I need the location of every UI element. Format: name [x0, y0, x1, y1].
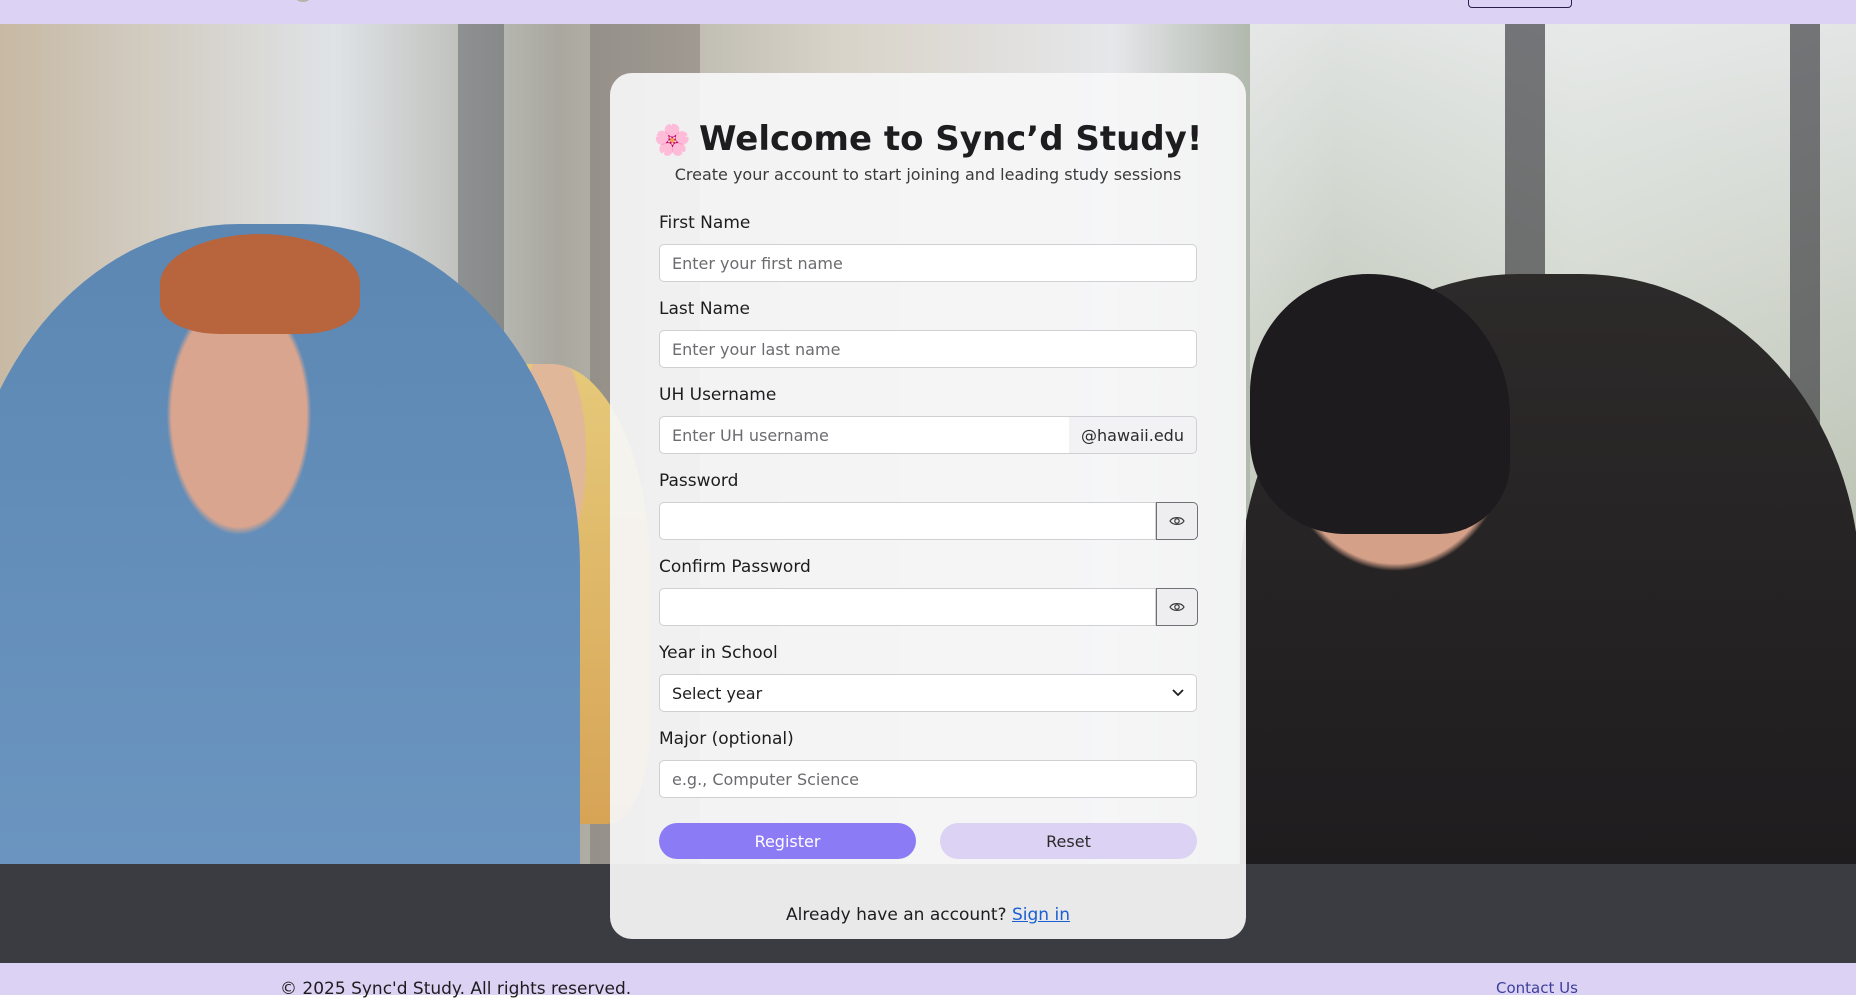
logo-icon[interactable]	[296, 0, 310, 2]
last-name-label: Last Name	[659, 299, 750, 319]
major-label: Major (optional)	[659, 729, 794, 749]
page-subtitle: Create your account to start joining and…	[674, 165, 1182, 184]
first-name-input[interactable]	[659, 244, 1197, 282]
show-password-button[interactable]	[1156, 502, 1198, 540]
year-label: Year in School	[659, 643, 778, 663]
top-navbar	[0, 0, 1856, 24]
confirm-password-input[interactable]	[659, 588, 1156, 626]
signin-prompt: Already have an account? Sign in	[610, 905, 1246, 925]
last-name-input[interactable]	[659, 330, 1197, 368]
copyright-text: © 2025 Sync'd Study. All rights reserved…	[280, 979, 632, 999]
page-title-text: Welcome to Sync’d Study!	[699, 119, 1203, 159]
contact-us-link[interactable]: Contact Us	[1496, 979, 1578, 997]
register-button[interactable]: Register	[659, 823, 916, 859]
year-select-value: Select year	[672, 683, 763, 703]
photo-hair	[160, 234, 360, 334]
signin-prompt-text: Already have an account?	[786, 905, 1007, 925]
nav-button[interactable]	[1468, 0, 1572, 8]
year-select[interactable]: Select year	[659, 674, 1197, 712]
show-confirm-password-button[interactable]	[1156, 588, 1198, 626]
password-input[interactable]	[659, 502, 1156, 540]
photo-person-left	[0, 224, 580, 963]
email-domain-suffix: @hawaii.edu	[1069, 416, 1197, 454]
username-label: UH Username	[659, 385, 777, 405]
flower-icon: 🌸	[653, 123, 691, 158]
eye-icon	[1169, 517, 1185, 525]
password-label: Password	[659, 471, 739, 491]
sign-in-link[interactable]: Sign in	[1012, 905, 1070, 925]
page-title: 🌸 Welcome to Sync’d Study!	[610, 119, 1246, 159]
footer: © 2025 Sync'd Study. All rights reserved…	[0, 963, 1856, 999]
major-input[interactable]	[659, 760, 1197, 798]
eye-icon	[1169, 603, 1185, 611]
chevron-down-icon	[1172, 689, 1184, 697]
first-name-label: First Name	[659, 213, 751, 233]
confirm-password-label: Confirm Password	[659, 557, 811, 577]
register-card: 🌸 Welcome to Sync’d Study! Create your ac…	[610, 73, 1246, 939]
username-input[interactable]	[659, 416, 1070, 454]
reset-button[interactable]: Reset	[940, 823, 1197, 859]
